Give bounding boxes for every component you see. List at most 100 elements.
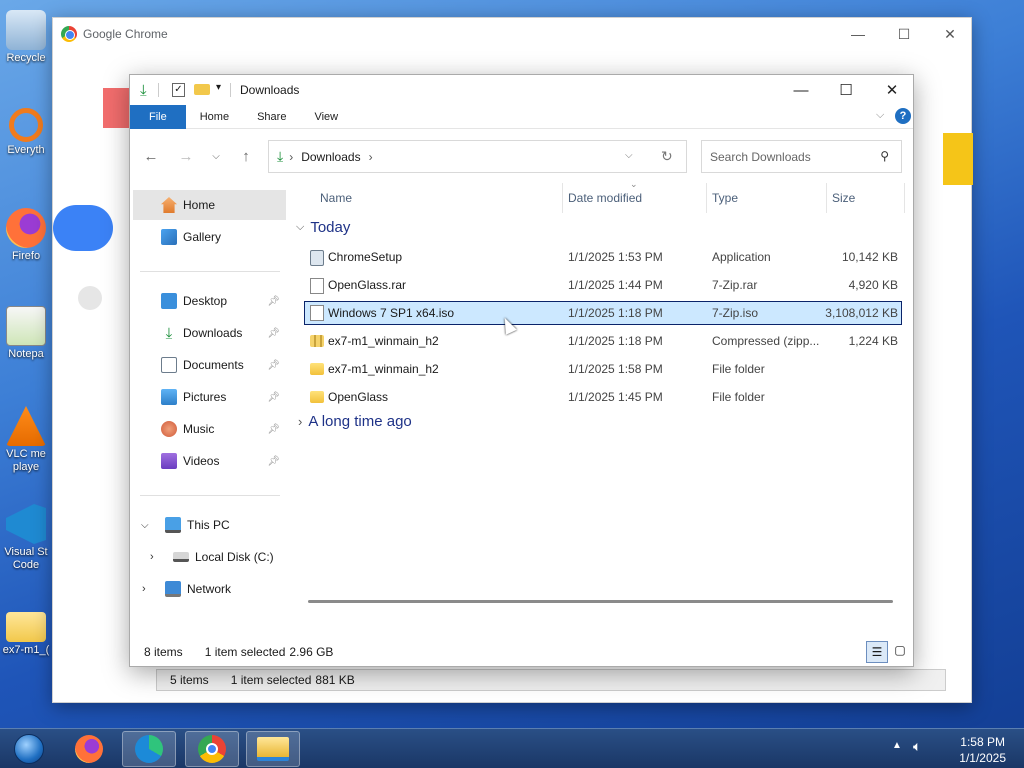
chevron-right-icon[interactable]: › bbox=[298, 414, 302, 429]
taskbar-chrome[interactable] bbox=[185, 731, 239, 767]
pin-icon[interactable]: 📌︎ bbox=[267, 456, 280, 467]
download-icon[interactable]: ⤓ bbox=[140, 82, 147, 99]
group-older[interactable]: › A long time ago bbox=[298, 413, 412, 430]
volume-muted-icon[interactable]: 🔈︎ bbox=[913, 738, 921, 755]
breadcrumb-downloads[interactable]: Downloads bbox=[301, 150, 360, 164]
file-explorer-window: ⤓ ✓ ▾ Downloads — ☐ ✕ File Home Share Vi… bbox=[129, 74, 914, 667]
clock-date: 1/1/2025 bbox=[959, 751, 1006, 765]
search-placeholder: Search Downloads bbox=[710, 149, 811, 164]
address-bar[interactable]: ⤓ › Downloads › ⌵ ↻ bbox=[268, 140, 687, 173]
nav-label: Local Disk (C:) bbox=[195, 550, 274, 564]
tab-share[interactable]: Share bbox=[243, 105, 300, 129]
refresh-icon[interactable]: ↻ bbox=[661, 148, 673, 165]
chevron-down-icon[interactable]: ⌵ bbox=[141, 520, 149, 531]
table-row[interactable]: ChromeSetup 1/1/2025 1:53 PM Application… bbox=[304, 245, 902, 269]
table-row[interactable]: OpenGlass 1/1/2025 1:45 PM File folder bbox=[304, 385, 902, 409]
desktop-icon-everything[interactable]: Everyth bbox=[0, 102, 52, 192]
nav-music[interactable]: Music 📌︎ bbox=[133, 414, 286, 444]
column-type[interactable]: Type bbox=[712, 183, 738, 213]
taskbar-firefox[interactable] bbox=[62, 731, 116, 767]
table-row[interactable]: ex7-m1_winmain_h2 1/1/2025 1:58 PM File … bbox=[304, 357, 902, 381]
tab-view[interactable]: View bbox=[300, 105, 352, 129]
taskbar-edge[interactable] bbox=[122, 731, 176, 767]
pin-icon[interactable]: 📌︎ bbox=[267, 424, 280, 435]
chevron-right-icon[interactable]: › bbox=[142, 583, 146, 595]
system-clock[interactable]: 1:58 PM 1/1/2025 bbox=[959, 734, 1006, 766]
nav-downloads[interactable]: ⤓ Downloads 📌︎ bbox=[133, 318, 286, 348]
nav-home[interactable]: Home bbox=[133, 190, 286, 220]
back-button[interactable]: ← bbox=[137, 140, 165, 173]
file-type: 7-Zip.iso bbox=[712, 306, 759, 320]
close-button[interactable]: ✕ bbox=[927, 18, 973, 50]
notepad-icon bbox=[6, 306, 46, 346]
desktop-icon-firefox[interactable]: Firefo bbox=[0, 202, 52, 292]
taskbar-file-explorer[interactable] bbox=[246, 731, 300, 767]
vlc-icon bbox=[6, 406, 46, 446]
pin-icon[interactable]: 📌︎ bbox=[267, 360, 280, 371]
forward-button[interactable]: → bbox=[172, 140, 200, 173]
nav-videos[interactable]: Videos 📌︎ bbox=[133, 446, 286, 476]
desktop-icon-vscode[interactable]: Visual St Code bbox=[0, 498, 52, 588]
expand-ribbon-icon[interactable]: ⌵ bbox=[876, 109, 884, 122]
minimize-button[interactable]: — bbox=[778, 75, 824, 105]
chevron-down-icon[interactable]: ⌵ bbox=[296, 221, 304, 234]
pin-icon[interactable]: 📌︎ bbox=[267, 296, 280, 307]
properties-icon[interactable]: ✓ bbox=[172, 83, 185, 97]
desktop-icon-notepad[interactable]: Notepa bbox=[0, 300, 52, 390]
maximize-button[interactable]: ☐ bbox=[823, 75, 869, 105]
nav-documents[interactable]: Documents 📌︎ bbox=[133, 350, 286, 380]
table-row-selected[interactable]: Windows 7 SP1 x64.iso 1/1/2025 1:18 PM 7… bbox=[304, 301, 902, 325]
navigation-pane: Home Gallery Desktop 📌︎ ⤓ Downloads 📌︎ D… bbox=[130, 183, 290, 638]
desktop-icon-vlc[interactable]: VLC me playe bbox=[0, 400, 52, 490]
iso-file-icon bbox=[310, 305, 324, 321]
desktop-icon-recycle-bin[interactable]: Recycle bbox=[0, 4, 52, 94]
new-folder-icon[interactable] bbox=[194, 84, 210, 95]
status-items: 8 items bbox=[144, 645, 183, 659]
maximize-button[interactable]: ☐ bbox=[881, 18, 927, 50]
nav-local-disk[interactable]: › Local Disk (C:) bbox=[133, 542, 286, 572]
pin-icon[interactable]: 📌︎ bbox=[267, 392, 280, 403]
everything-search-icon bbox=[9, 108, 43, 142]
nav-gallery[interactable]: Gallery bbox=[133, 222, 286, 252]
tab-file[interactable]: File bbox=[130, 104, 186, 129]
start-button[interactable] bbox=[2, 731, 56, 767]
nav-network[interactable]: › Network bbox=[133, 574, 286, 604]
search-input[interactable]: Search Downloads ⚲ bbox=[701, 140, 902, 173]
file-name: ex7-m1_winmain_h2 bbox=[328, 362, 439, 376]
quick-access-dropdown-icon[interactable]: ▾ bbox=[216, 82, 221, 93]
show-hidden-icons-icon[interactable]: ▲ bbox=[892, 740, 902, 751]
nav-label: Home bbox=[183, 198, 216, 212]
table-row[interactable]: OpenGlass.rar 1/1/2025 1:44 PM 7-Zip.rar… bbox=[304, 273, 902, 297]
help-icon[interactable]: ? bbox=[895, 108, 911, 124]
desktop-icon-folder[interactable]: ex7-m1_( bbox=[0, 600, 52, 690]
file-size: 10,142 KB bbox=[841, 250, 898, 264]
close-button[interactable]: ✕ bbox=[869, 75, 913, 105]
up-button[interactable]: ↑ bbox=[232, 140, 260, 173]
search-icon[interactable]: ⚲ bbox=[880, 149, 889, 163]
nav-desktop[interactable]: Desktop 📌︎ bbox=[133, 286, 286, 316]
chevron-right-icon[interactable]: › bbox=[150, 551, 154, 563]
nav-this-pc[interactable]: ⌵ This PC bbox=[133, 510, 286, 540]
explorer-titlebar: ⤓ ✓ ▾ Downloads — ☐ ✕ bbox=[130, 75, 913, 105]
large-icons-view-icon[interactable]: ▢ bbox=[892, 642, 908, 658]
chrome-titlebar: Google Chrome — ☐ ✕ bbox=[53, 18, 971, 50]
tab-home[interactable]: Home bbox=[186, 105, 243, 129]
chrome-title: Google Chrome bbox=[83, 27, 168, 41]
breadcrumb-chevron-icon[interactable]: › bbox=[369, 150, 373, 164]
pin-icon[interactable]: 📌︎ bbox=[267, 328, 280, 339]
minimize-button[interactable]: — bbox=[835, 18, 881, 50]
nav-label: Videos bbox=[183, 454, 220, 468]
table-row[interactable]: ex7-m1_winmain_h2 1/1/2025 1:18 PM Compr… bbox=[304, 329, 902, 353]
horizontal-scrollbar[interactable] bbox=[308, 600, 893, 603]
file-date: 1/1/2025 1:44 PM bbox=[568, 278, 663, 292]
column-name[interactable]: Name bbox=[320, 183, 352, 213]
file-name: ex7-m1_winmain_h2 bbox=[328, 334, 439, 348]
file-name: OpenGlass.rar bbox=[328, 278, 407, 292]
nav-pictures[interactable]: Pictures 📌︎ bbox=[133, 382, 286, 412]
recent-locations-icon[interactable]: ⌵ bbox=[202, 140, 230, 173]
column-size[interactable]: Size bbox=[832, 183, 855, 213]
group-today[interactable]: ⌵ Today bbox=[296, 219, 350, 236]
file-date: 1/1/2025 1:18 PM bbox=[568, 334, 663, 348]
address-dropdown-icon[interactable]: ⌵ bbox=[625, 150, 633, 161]
details-view-icon[interactable]: ☰ bbox=[866, 641, 888, 663]
